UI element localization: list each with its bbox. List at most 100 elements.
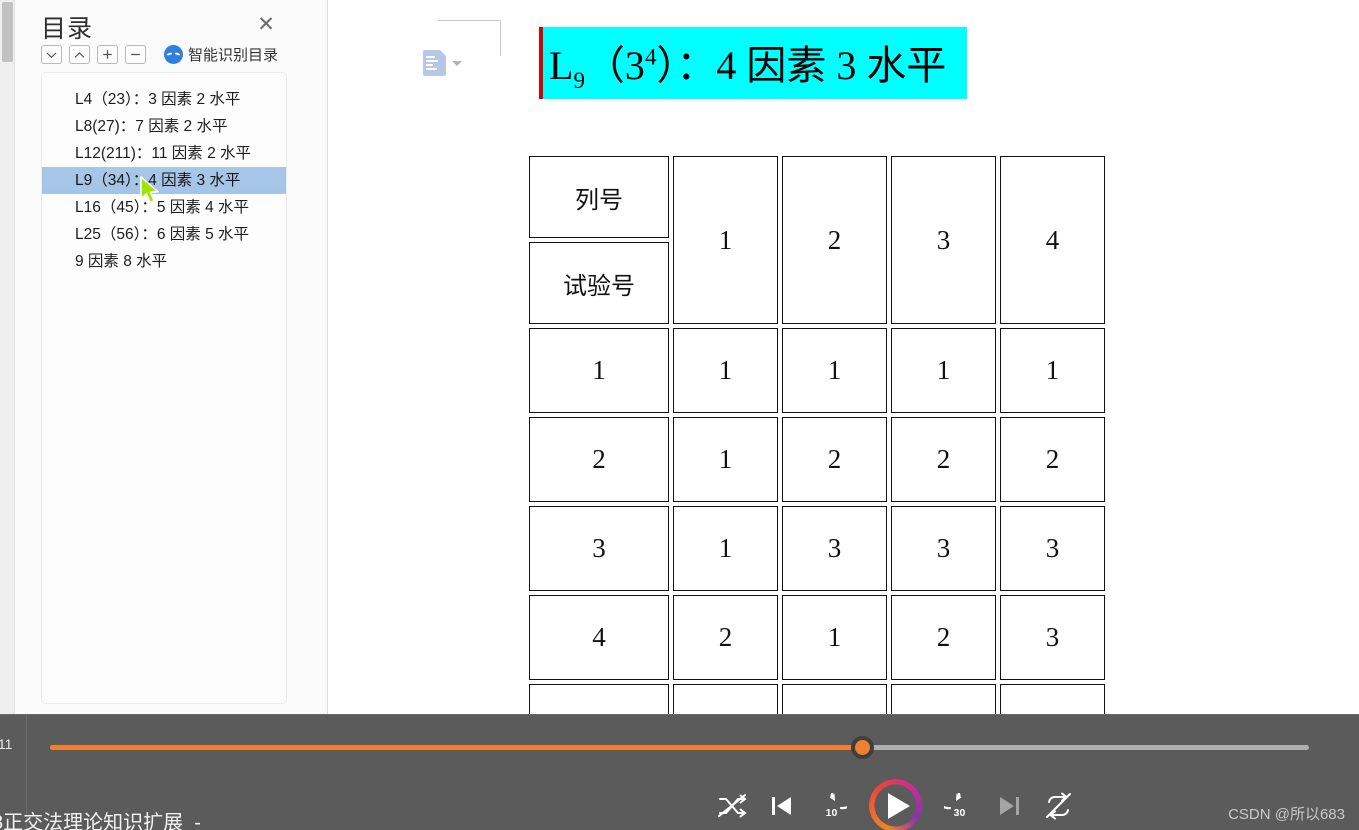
rewind-seconds-label: 10 [825,807,838,819]
cell: 2 [1000,417,1105,502]
current-time-label: :11 [0,736,13,752]
video-player-overlay: :11 8正交法理论知识扩展_- [0,714,1359,830]
plus-icon [103,50,112,59]
document-heading: L9（34）：4 因素 3 水平 [539,27,967,99]
video-title: 8正交法理论知识扩展_- [0,812,201,830]
outline-item-l4[interactable]: L4（23）：3 因素 2 水平 [42,86,286,113]
cell: 2 [673,595,778,680]
chevron-up-icon [74,51,85,58]
title-superscript: 4 [644,44,657,70]
remove-item-button[interactable] [125,45,146,64]
row-label: 4 [529,595,669,680]
panel-title: 目录 [41,15,94,43]
player-controls: 10 30 [716,779,1074,830]
next-track-button[interactable] [997,793,1021,819]
cell: 3 [1000,595,1105,680]
cell: 1 [782,328,887,413]
title-mid: （3 [584,42,645,88]
progress-fill [50,745,863,750]
title-tail: ）：4 因素 3 水平 [656,42,947,88]
previous-track-icon [772,796,791,815]
repeat-off-icon [1046,792,1071,819]
page-title: L9（34）：4 因素 3 水平 [549,33,946,94]
forward-30-button[interactable]: 30 [944,791,975,820]
chevron-down-icon [46,52,57,58]
close-icon[interactable]: ✕ [253,12,279,38]
app-root: 目录 ✕ 智能识别目录 L4（23）：3 因素 2 水平 L8(27)：7 因素… [0,0,1359,830]
page-margin-guide-vertical [500,20,501,56]
cell: 1 [1000,328,1105,413]
document-lines-icon [426,56,438,70]
cell: 2 [782,417,887,502]
csdn-watermark: CSDN @所以683 [1228,806,1345,823]
cell: 2 [673,684,778,714]
cell: 2 [891,595,996,680]
minus-icon [131,53,140,56]
cell: 1 [673,506,778,591]
title-subscript: 9 [573,67,585,93]
table-header-row-top: 列号 1 2 3 4 [529,156,1105,324]
title-base: L [549,42,574,88]
column-header-4: 4 [1000,156,1105,324]
smart-recognize-toc-button[interactable]: 智能识别目录 [164,44,278,65]
outline-panel: 目录 ✕ 智能识别目录 L4（23）：3 因素 2 水平 L8(27)：7 因素… [15,0,328,714]
shuffle-off-button[interactable] [716,792,748,820]
table-row: 3 1 3 3 3 [529,506,1105,591]
page-scrollbar[interactable] [0,0,15,714]
cell: 1 [673,417,778,502]
row-label: 2 [529,417,669,502]
cell: 1 [891,328,996,413]
column-header-3: 3 [891,156,996,324]
forward-seconds-label: 30 [953,807,966,819]
orthogonal-array-table: 列号 1 2 3 4 试验号 1 1 1 1 1 2 1 2 2 2 3 1 3… [525,152,1109,714]
cell: 3 [1000,506,1105,591]
row-label: 1 [529,328,669,413]
outline-item-9factor[interactable]: 9 因素 8 水平 [42,248,286,275]
outline-item-l8[interactable]: L8(27)：7 因素 2 水平 [42,113,286,140]
rewind-10-button[interactable]: 10 [816,791,847,820]
chevron-down-icon[interactable] [452,60,462,66]
cell: 2 [782,684,887,714]
table-row: 5 2 2 3 1 [529,684,1105,714]
scrollbar-thumb[interactable] [2,2,13,62]
progress-bar[interactable] [50,736,1309,759]
cell: 2 [891,417,996,502]
outline-item-l12[interactable]: L12(211)：11 因素 2 水平 [42,140,286,167]
outline-item-l25[interactable]: L25（56）：6 因素 5 水平 [42,221,286,248]
table-row: 2 1 2 2 2 [529,417,1105,502]
cell: 3 [782,506,887,591]
expand-all-button[interactable] [69,45,90,64]
paste-options-button[interactable] [423,49,462,76]
repeat-off-button[interactable] [1043,792,1074,820]
table-row: 4 2 1 2 3 [529,595,1105,680]
play-icon [887,792,910,819]
shuffle-off-icon [718,793,747,817]
row-label: 5 [529,684,669,714]
add-item-button[interactable] [97,45,118,64]
outline-item-l16[interactable]: L16（45）：5 因素 4 水平 [42,194,286,221]
cell: 1 [782,595,887,680]
outline-toolbar: 智能识别目录 [41,44,278,65]
progress-knob[interactable] [851,736,875,759]
play-button[interactable] [869,779,922,830]
player-divider [0,714,1359,715]
cell: 1 [673,328,778,413]
collapse-all-button[interactable] [41,45,62,64]
cell: 1 [1000,684,1105,714]
next-track-icon [1000,796,1019,815]
paste-document-icon [423,49,447,76]
document-canvas: L9（34）：4 因素 3 水平 列号 1 2 3 4 试验号 1 1 1 1 … [328,0,1359,714]
column-header-1: 1 [673,156,778,324]
cell: 3 [891,506,996,591]
page-margin-guide-horizontal [438,20,501,21]
table-row: 1 1 1 1 1 [529,328,1105,413]
smart-face-icon [164,45,183,64]
row-label: 3 [529,506,669,591]
outline-list: L4（23）：3 因素 2 水平 L8(27)：7 因素 2 水平 L12(21… [41,72,287,704]
column-header-2: 2 [782,156,887,324]
outline-item-l9[interactable]: L9（34）：4 因素 3 水平 [42,167,286,194]
cell: 3 [891,684,996,714]
previous-track-button[interactable] [770,793,794,819]
header-experiment-number: 试验号 [529,242,669,324]
header-column-number: 列号 [529,156,669,238]
